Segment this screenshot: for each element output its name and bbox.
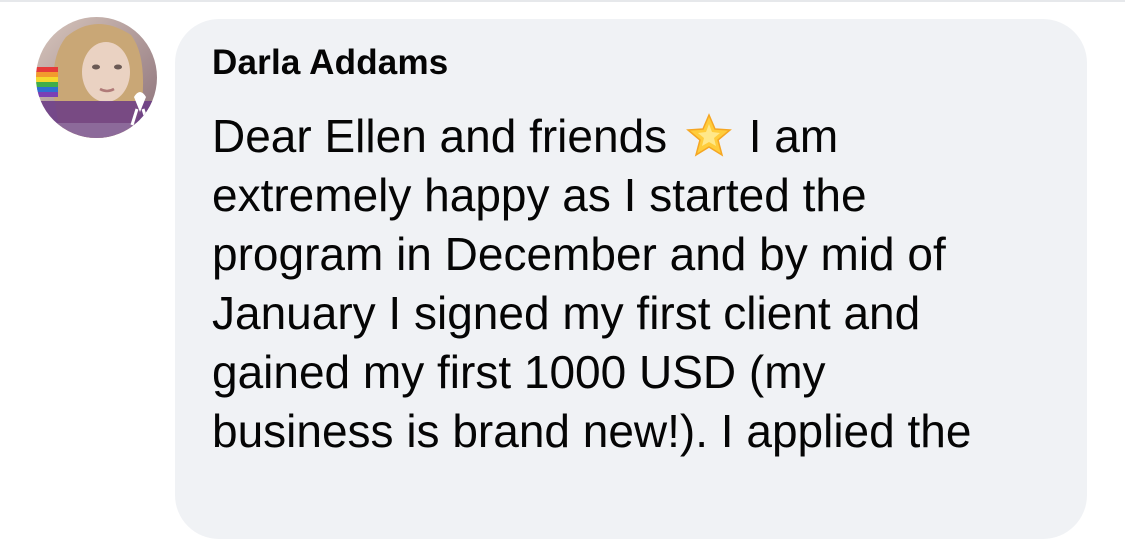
comment-line-5: gained my first 1000 USD (my [212,346,826,398]
comment-line-1: Dear Ellen and friends I am [212,107,1072,166]
comment-line-1a: Dear Ellen and friends [212,110,668,162]
comment-line-1b: I am [748,110,839,162]
top-divider [0,0,1125,2]
comment-text: Dear Ellen and friends I am extremely ha… [212,107,1072,461]
comment-line-4: January I signed my first client and [212,287,921,339]
comment-line-6: business is brand new!). I applied the [212,405,972,457]
avatar-image [36,17,157,138]
comment-author[interactable]: Darla Addams [212,43,448,83]
comment-line-2: extremely happy as I started the [212,169,867,221]
avatar[interactable] [36,17,157,138]
comment-line-3: program in December and by mid of [212,228,946,280]
glowing-star-icon [684,112,734,158]
